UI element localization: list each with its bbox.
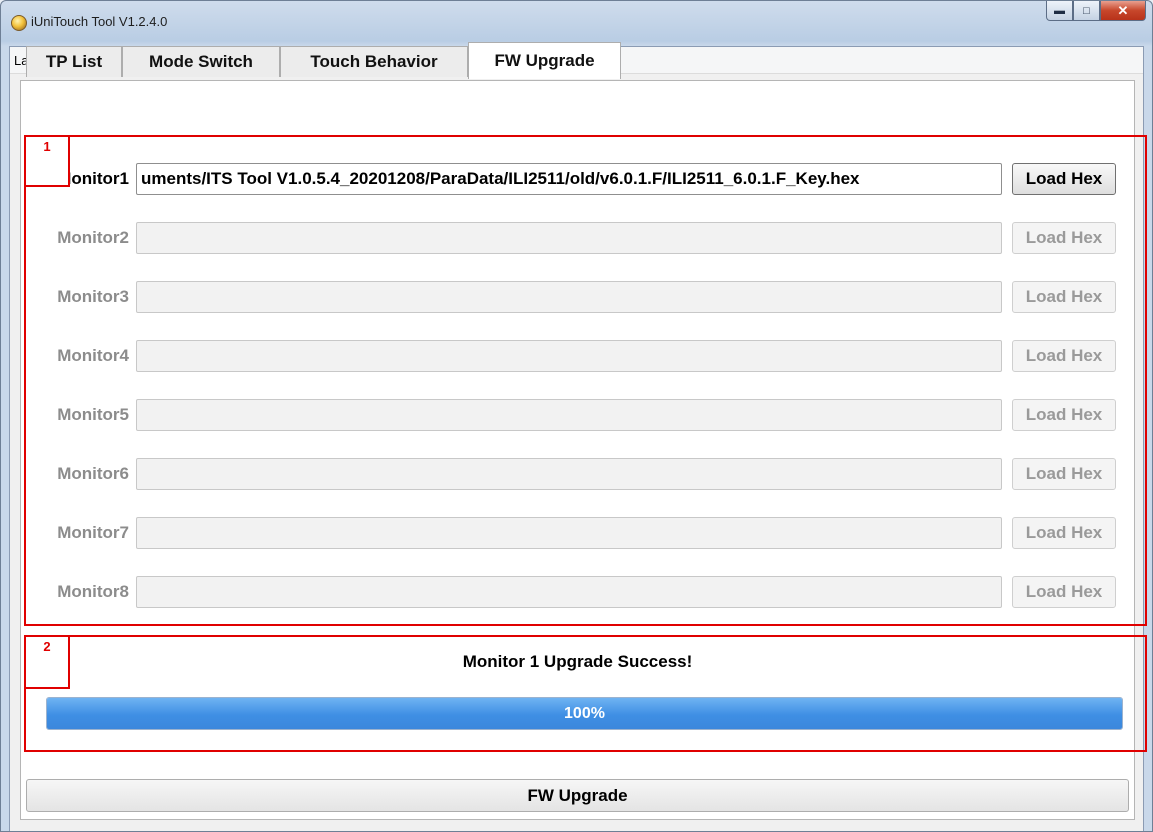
monitor-path-input-2[interactable] — [136, 222, 1002, 254]
maximize-button[interactable]: □ — [1073, 1, 1100, 21]
monitor-label-8: Monitor8 — [57, 582, 129, 601]
tab-touch-behavior[interactable]: Touch Behavior — [280, 46, 468, 77]
load-hex-button-5[interactable]: Load Hex — [1012, 399, 1116, 431]
load-hex-button-4[interactable]: Load Hex — [1012, 340, 1116, 372]
monitor-row-5: Monitor5 Load Hex — [21, 399, 1136, 435]
monitor-row-7: Monitor7 Load Hex — [21, 517, 1136, 553]
title-bar[interactable]: iUniTouch Tool V1.2.4.0 ▬ □ ✕ — [1, 1, 1152, 45]
app-logo-icon — [11, 15, 27, 31]
monitor-label-7: Monitor7 — [57, 523, 129, 542]
annotation-label-1: 1 — [24, 135, 70, 187]
monitor-row-4: Monitor4 Load Hex — [21, 340, 1136, 376]
maximize-icon: □ — [1083, 4, 1090, 17]
monitor-row-3: Monitor3 Load Hex — [21, 281, 1136, 317]
tab-fw-upgrade[interactable]: FW Upgrade — [468, 42, 621, 79]
monitor-path-input-7[interactable] — [136, 517, 1002, 549]
window-title: iUniTouch Tool V1.2.4.0 — [31, 14, 168, 29]
monitor-path-input-4[interactable] — [136, 340, 1002, 372]
load-hex-button-7[interactable]: Load Hex — [1012, 517, 1116, 549]
monitor-label-3: Monitor3 — [57, 287, 129, 306]
progress-percent-text: 100% — [564, 704, 605, 722]
upgrade-progress-bar: 100% — [46, 697, 1123, 730]
upgrade-status-message: Monitor 1 Upgrade Success! — [462, 652, 693, 671]
close-icon: ✕ — [1117, 2, 1129, 18]
monitor-path-input-3[interactable] — [136, 281, 1002, 313]
monitor-row-6: Monitor6 Load Hex — [21, 458, 1136, 494]
annotation-label-2: 2 — [24, 635, 70, 689]
load-hex-button-3[interactable]: Load Hex — [1012, 281, 1116, 313]
tab-tp-list[interactable]: TP List — [26, 46, 122, 77]
monitor-path-input-6[interactable] — [136, 458, 1002, 490]
load-hex-button-1[interactable]: Load Hex — [1012, 163, 1116, 195]
tab-mode-switch[interactable]: Mode Switch — [122, 46, 280, 77]
minimize-icon: ▬ — [1054, 4, 1065, 17]
load-hex-button-8[interactable]: Load Hex — [1012, 576, 1116, 608]
load-hex-button-6[interactable]: Load Hex — [1012, 458, 1116, 490]
monitor-label-4: Monitor4 — [57, 346, 129, 365]
monitor-path-input-8[interactable] — [136, 576, 1002, 608]
window-controls: ▬ □ ✕ — [1046, 1, 1146, 21]
load-hex-button-2[interactable]: Load Hex — [1012, 222, 1116, 254]
fw-upgrade-button[interactable]: FW Upgrade — [26, 779, 1129, 812]
monitor-label-2: Monitor2 — [57, 228, 129, 247]
monitor-label-5: Monitor5 — [57, 405, 129, 424]
monitor-row-2: Monitor2 Load Hex — [21, 222, 1136, 258]
monitor-row-8: Monitor8 Load Hex — [21, 576, 1136, 612]
monitor-row-1: Monitor1 Load Hex — [21, 163, 1136, 199]
monitor-path-input-5[interactable] — [136, 399, 1002, 431]
close-button[interactable]: ✕ — [1100, 1, 1146, 21]
monitor-label-6: Monitor6 — [57, 464, 129, 483]
monitor-path-input-1[interactable] — [136, 163, 1002, 195]
minimize-button[interactable]: ▬ — [1046, 1, 1073, 21]
